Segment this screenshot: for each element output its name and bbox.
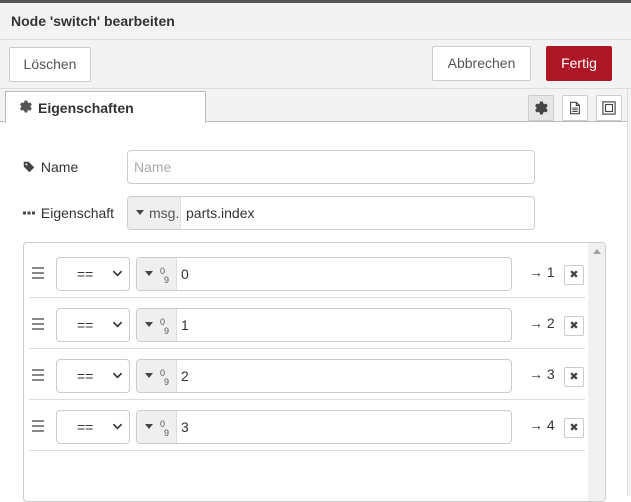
remove-rule-button[interactable]: ✖ (564, 367, 584, 387)
remove-rule-button[interactable]: ✖ (564, 265, 584, 285)
rule-type-select[interactable]: 09 (137, 258, 177, 290)
done-button[interactable]: Fertig (546, 46, 612, 81)
rule-row: == 09 1 → 2 ✖ (29, 299, 585, 349)
caret-down-icon (145, 373, 153, 378)
drag-handle-icon[interactable] (32, 267, 44, 279)
rule-value-input[interactable]: 09 0 (136, 257, 512, 291)
dialog-button-bar: Löschen Abbrechen Fertig (0, 40, 631, 89)
operator-select[interactable]: == (56, 308, 130, 342)
gear-icon (19, 100, 32, 116)
ellipsis-icon (23, 206, 37, 222)
operator-select[interactable]: == (56, 359, 130, 393)
tab-properties-label: Eigenschaften (38, 100, 134, 116)
dialog-titlebar: Node 'switch' bearbeiten (0, 3, 631, 40)
operator-select[interactable]: == (56, 410, 130, 444)
caret-down-icon (136, 210, 144, 215)
number-type-icon: 09 (160, 419, 170, 438)
chevron-down-icon (112, 321, 123, 328)
properties-panel: Name Eigenschaft msg. parts.index == (0, 123, 631, 502)
tab-bar: Eigenschaften (0, 89, 631, 123)
output-label: → 1 (529, 264, 555, 280)
caret-down-icon (145, 271, 153, 276)
property-type-select[interactable]: msg. (128, 197, 181, 229)
rule-row: == 09 0 → 1 ✖ (29, 248, 585, 298)
number-type-icon: 09 (160, 368, 170, 387)
caret-down-icon (145, 424, 153, 429)
cancel-button[interactable]: Abbrechen (432, 46, 531, 81)
chevron-down-icon (112, 372, 123, 379)
remove-rule-button[interactable]: ✖ (564, 418, 584, 438)
rule-value-input[interactable]: 09 2 (136, 359, 512, 393)
rule-type-select[interactable]: 09 (137, 309, 177, 341)
number-type-icon: 09 (160, 266, 170, 285)
rule-row: == 09 2 → 3 ✖ (29, 350, 585, 400)
rules-scrollbar[interactable] (588, 243, 605, 501)
caret-down-icon (145, 322, 153, 327)
description-tab-button[interactable] (562, 95, 588, 121)
drag-handle-icon[interactable] (32, 369, 44, 381)
tab-properties[interactable]: Eigenschaften (5, 91, 206, 123)
property-label: Eigenschaft (23, 205, 114, 222)
operator-select[interactable]: == (56, 257, 130, 291)
rule-type-select[interactable]: 09 (137, 411, 177, 443)
settings-tab-button[interactable] (528, 95, 554, 121)
drag-handle-icon[interactable] (32, 420, 44, 432)
node-frame-icon (602, 101, 616, 115)
appearance-tab-button[interactable] (596, 95, 622, 121)
property-typed-input[interactable]: msg. parts.index (127, 196, 535, 230)
gear-icon (535, 101, 548, 115)
output-label: → 2 (529, 315, 555, 331)
rule-row: == 09 3 → 4 ✖ (29, 401, 585, 451)
rules-list: == 09 0 → 1 ✖ == 0 9 1 → 2 ✖ == 0 9 2 → … (23, 242, 606, 502)
output-label: → 3 (529, 366, 555, 382)
output-label: → 4 (529, 417, 555, 433)
chevron-down-icon (112, 423, 123, 430)
property-value[interactable]: parts.index (186, 205, 254, 221)
property-label-text: Eigenschaft (40, 205, 115, 221)
rule-value-input[interactable]: 09 1 (136, 308, 512, 342)
remove-rule-button[interactable]: ✖ (564, 316, 584, 336)
number-type-icon: 09 (160, 317, 170, 336)
scroll-up-arrow-icon[interactable] (593, 249, 601, 254)
name-input[interactable] (127, 150, 535, 184)
rule-value-input[interactable]: 09 3 (136, 410, 512, 444)
edit-dialog: Node 'switch' bearbeiten Löschen Abbrech… (0, 3, 631, 502)
delete-button[interactable]: Löschen (9, 47, 91, 82)
dialog-title: Node 'switch' bearbeiten (11, 13, 175, 29)
name-label: Name (23, 159, 78, 176)
drag-handle-icon[interactable] (32, 318, 44, 330)
property-type-label: msg. (149, 205, 180, 221)
rule-type-select[interactable]: 09 (137, 360, 177, 392)
chevron-down-icon (112, 270, 123, 277)
tag-icon (23, 160, 37, 176)
document-icon (570, 101, 580, 115)
name-label-text: Name (40, 159, 79, 175)
